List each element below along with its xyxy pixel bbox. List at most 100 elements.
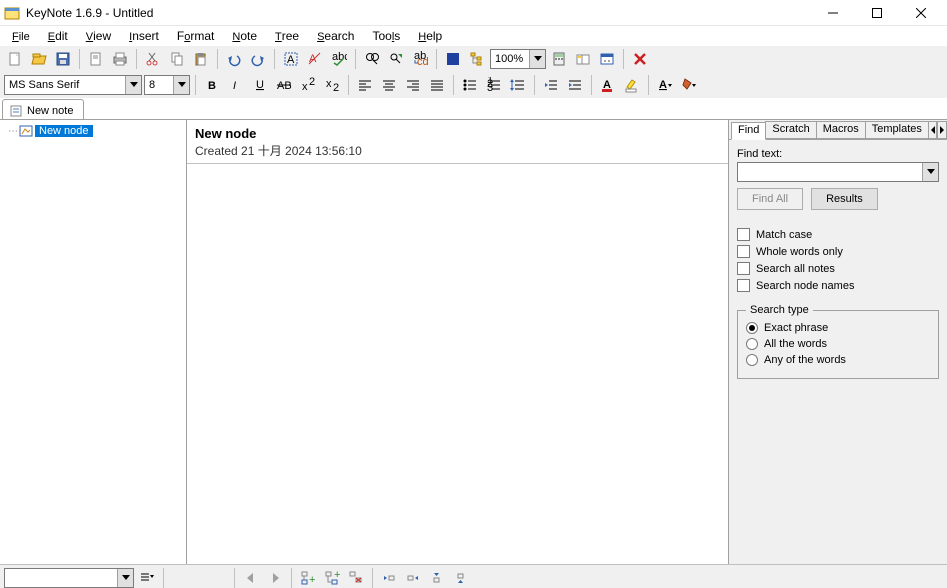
size-dropdown-icon[interactable] (173, 76, 189, 94)
tab-macros[interactable]: Macros (816, 121, 866, 139)
menu-edit[interactable]: Edit (40, 27, 76, 45)
strikeout-button[interactable]: ABC (273, 74, 295, 96)
tab-scratch[interactable]: Scratch (765, 121, 816, 139)
options-button[interactable] (596, 48, 618, 70)
align-right-button[interactable] (402, 74, 424, 96)
note-properties-button[interactable] (442, 48, 464, 70)
spell-check-button[interactable]: abc (328, 48, 350, 70)
calc-button[interactable] (548, 48, 570, 70)
font-color-picker-button[interactable]: A (654, 74, 676, 96)
minimize-button[interactable] (811, 0, 855, 26)
search-all-notes-checkbox[interactable]: Search all notes (737, 262, 939, 275)
tree-move-right-button[interactable] (402, 567, 424, 588)
underline-button[interactable]: U (249, 74, 271, 96)
svg-text:x: x (326, 78, 332, 90)
tree-node[interactable]: ⋯ New node (4, 124, 182, 138)
tree-button[interactable] (466, 48, 488, 70)
radio-any-words[interactable]: Any of the words (746, 354, 930, 366)
outdent-button[interactable] (540, 74, 562, 96)
menu-format[interactable]: Format (169, 27, 222, 45)
results-button[interactable]: Results (811, 188, 878, 210)
page-setup-button[interactable] (85, 48, 107, 70)
bullets-button[interactable] (459, 74, 481, 96)
menu-search[interactable]: Search (309, 27, 362, 45)
zoom-dropdown-icon[interactable] (529, 50, 545, 68)
radio-all-words[interactable]: All the words (746, 338, 930, 350)
menu-help[interactable]: Help (410, 27, 450, 45)
copy-button[interactable] (166, 48, 188, 70)
note-tab[interactable]: New note (2, 99, 84, 119)
undo-button[interactable] (223, 48, 245, 70)
paste-button[interactable] (190, 48, 212, 70)
align-left-button[interactable] (354, 74, 376, 96)
find-text-label: Find text: (737, 148, 939, 160)
superscript-button[interactable]: x2 (297, 74, 319, 96)
tree-add-child-button[interactable]: + (321, 567, 343, 588)
bg-color-picker-button[interactable] (678, 74, 700, 96)
menu-tree[interactable]: Tree (267, 27, 307, 45)
close-button[interactable] (899, 0, 943, 26)
apply-style-button[interactable] (136, 567, 158, 588)
subscript-button[interactable]: x2 (321, 74, 343, 96)
align-justify-button[interactable] (426, 74, 448, 96)
zoom-value[interactable] (491, 50, 529, 68)
tab-find[interactable]: Find (731, 122, 766, 140)
select-all-button[interactable]: A (280, 48, 302, 70)
style-value[interactable] (5, 569, 117, 587)
maximize-button[interactable] (855, 0, 899, 26)
font-dropdown-icon[interactable] (125, 76, 141, 94)
replace-button[interactable]: abcd (409, 48, 431, 70)
italic-button[interactable]: I (225, 74, 247, 96)
tree-pane[interactable]: ⋯ New node (0, 120, 187, 564)
tree-move-left-button[interactable] (378, 567, 400, 588)
tree-delete-button[interactable] (345, 567, 367, 588)
file-manager-button[interactable] (572, 48, 594, 70)
menu-insert[interactable]: Insert (121, 27, 167, 45)
tree-move-up-button[interactable] (426, 567, 448, 588)
tab-scroll-left[interactable] (928, 121, 938, 139)
font-color-button[interactable]: A (597, 74, 619, 96)
editor-body[interactable] (187, 164, 728, 564)
tab-templates[interactable]: Templates (865, 121, 929, 139)
cut-button[interactable] (142, 48, 164, 70)
numbering-button[interactable]: 123 (483, 74, 505, 96)
size-value[interactable] (145, 76, 173, 94)
tab-scroll-right[interactable] (937, 121, 947, 139)
indent-button[interactable] (564, 74, 586, 96)
font-combo[interactable] (4, 75, 142, 95)
align-center-button[interactable] (378, 74, 400, 96)
menu-file[interactable]: File (4, 27, 38, 45)
radio-exact-phrase[interactable]: Exact phrase (746, 322, 930, 334)
line-spacing-button[interactable] (507, 74, 529, 96)
redo-button[interactable] (247, 48, 269, 70)
highlight-button[interactable] (621, 74, 643, 96)
style-combo[interactable] (4, 568, 134, 588)
find-next-button[interactable] (385, 48, 407, 70)
tree-add-sibling-button[interactable]: + (297, 567, 319, 588)
clear-format-button[interactable]: A (304, 48, 326, 70)
menu-tools[interactable]: Tools (364, 27, 408, 45)
save-button[interactable] (52, 48, 74, 70)
tree-move-down-button[interactable] (450, 567, 472, 588)
find-all-button[interactable]: Find All (737, 188, 803, 210)
font-value[interactable] (5, 76, 125, 94)
tree-node-label[interactable]: New node (35, 125, 93, 137)
menu-note[interactable]: Note (224, 27, 265, 45)
search-node-names-checkbox[interactable]: Search node names (737, 279, 939, 292)
style-dropdown-icon[interactable] (117, 569, 133, 587)
print-button[interactable] (109, 48, 131, 70)
size-combo[interactable] (144, 75, 190, 95)
new-file-button[interactable] (4, 48, 26, 70)
find-input[interactable] (738, 163, 922, 181)
bold-button[interactable]: B (201, 74, 223, 96)
delete-button[interactable] (629, 48, 651, 70)
open-file-button[interactable] (28, 48, 50, 70)
zoom-combo[interactable] (490, 49, 546, 69)
nav-forward-button[interactable] (264, 567, 286, 588)
find-history-dropdown-icon[interactable] (922, 163, 938, 181)
menu-view[interactable]: View (78, 27, 119, 45)
find-button[interactable] (361, 48, 383, 70)
whole-words-checkbox[interactable]: Whole words only (737, 245, 939, 258)
match-case-checkbox[interactable]: Match case (737, 228, 939, 241)
nav-back-button[interactable] (240, 567, 262, 588)
